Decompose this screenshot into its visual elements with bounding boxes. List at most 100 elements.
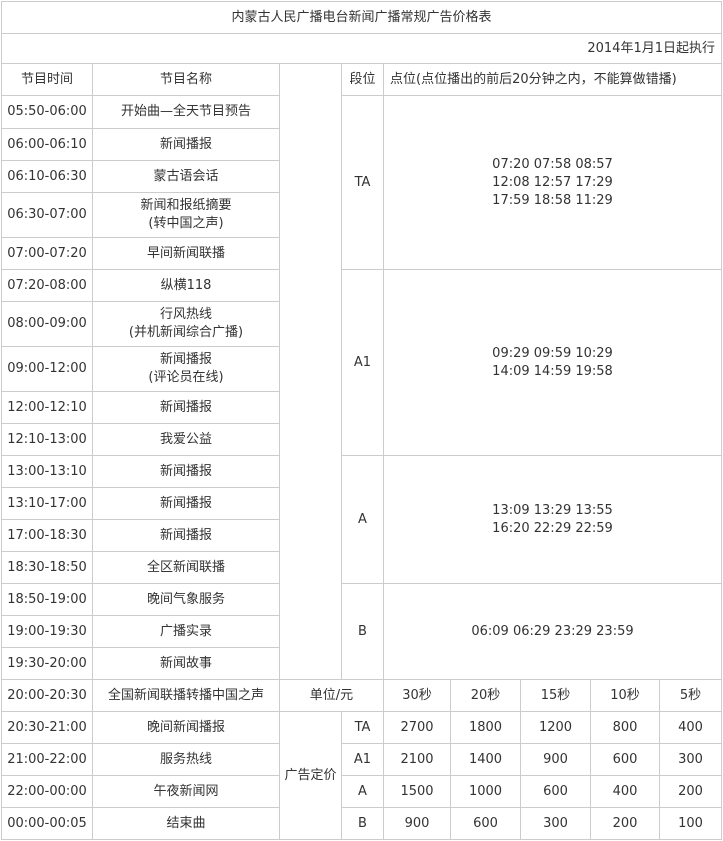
program-name: 新闻播报	[92, 487, 280, 520]
price-cell: 200	[659, 775, 722, 808]
program-time: 20:30-21:00	[1, 711, 93, 744]
segment-label: B	[341, 583, 384, 680]
slot-times: 17:59 18:58 11:29	[492, 192, 613, 208]
program-time: 22:00-00:00	[1, 775, 93, 808]
price-cell: 1500	[383, 775, 451, 808]
slot-times: 13:09 13:29 13:55	[492, 502, 613, 518]
program-time: 18:30-18:50	[1, 551, 93, 584]
header-segment: 段位	[341, 63, 384, 96]
duration-header: 20秒	[450, 679, 521, 712]
blank-column-cell	[279, 63, 342, 680]
program-time: 07:00-07:20	[1, 237, 93, 270]
duration-header: 5秒	[659, 679, 722, 712]
program-name: 全国新闻联播转播中国之声	[92, 679, 280, 712]
effective-date: 2014年1月1日起执行	[1, 33, 722, 64]
segment-label: A	[341, 455, 384, 584]
price-cell: 300	[659, 743, 722, 776]
segment-label: A1	[341, 269, 384, 456]
program-time: 18:50-19:00	[1, 583, 93, 616]
program-name: 服务热线	[92, 743, 280, 776]
program-time: 06:10-06:30	[1, 160, 93, 193]
slot-times: 14:09 14:59 19:58	[492, 363, 613, 379]
slot-times: 16:20 22:29 22:59	[492, 520, 613, 536]
price-segment: TA	[341, 711, 384, 744]
price-segment: A1	[341, 743, 384, 776]
program-time: 12:00-12:10	[1, 391, 93, 424]
program-time: 08:00-09:00	[1, 301, 93, 347]
program-time: 20:00-20:30	[1, 679, 93, 712]
program-name-sub: (并机新闻综合广播)	[128, 325, 244, 340]
program-name: 新闻播报	[92, 519, 280, 552]
program-name-main: 新闻播报	[159, 352, 212, 367]
program-time: 06:30-07:00	[1, 192, 93, 238]
price-cell: 2700	[383, 711, 451, 744]
slot-times: 12:08 12:57 17:29	[492, 174, 613, 190]
program-name-sub: (评论员在线)	[148, 370, 224, 385]
price-cell: 300	[520, 807, 591, 840]
program-time: 13:10-17:00	[1, 487, 93, 520]
segment-slots: 06:09 06:29 23:29 23:59	[383, 583, 722, 680]
slot-times: 07:20 07:58 08:57	[492, 156, 613, 172]
price-segment: B	[341, 807, 384, 840]
ad-rate-table: 内蒙古人民广播电台新闻广播常规广告价格表 2014年1月1日起执行 节目时间 节…	[1, 1, 722, 840]
price-cell: 800	[590, 711, 660, 744]
header-slot: 点位(点位播出的前后20分钟之内，不能算做错播)	[383, 63, 722, 96]
slot-times: 06:09 06:29 23:29 23:59	[471, 623, 634, 639]
program-time: 06:00-06:10	[1, 128, 93, 161]
program-name: 蒙古语会话	[92, 160, 280, 193]
price-cell: 900	[383, 807, 451, 840]
price-cell: 600	[450, 807, 521, 840]
table-title: 内蒙古人民广播电台新闻广播常规广告价格表	[1, 1, 722, 34]
segment-slots: 09:29 09:59 10:29 14:09 14:59 19:58	[383, 269, 722, 456]
program-name: 我爱公益	[92, 423, 280, 456]
program-time: 17:00-18:30	[1, 519, 93, 552]
program-time: 19:00-19:30	[1, 615, 93, 648]
price-cell: 600	[520, 775, 591, 808]
header-time: 节目时间	[1, 63, 93, 96]
duration-header: 10秒	[590, 679, 660, 712]
program-name: 广播实录	[92, 615, 280, 648]
price-cell: 400	[659, 711, 722, 744]
price-cell: 2100	[383, 743, 451, 776]
duration-header: 30秒	[383, 679, 451, 712]
program-name: 新闻播报	[92, 128, 280, 161]
price-cell: 1800	[450, 711, 521, 744]
program-time: 21:00-22:00	[1, 743, 93, 776]
program-time: 07:20-08:00	[1, 269, 93, 302]
program-name: 晚间新闻播报	[92, 711, 280, 744]
program-name: 新闻播报	[92, 391, 280, 424]
program-name: 新闻播报 (评论员在线)	[92, 346, 280, 392]
program-name: 行风热线 (并机新闻综合广播)	[92, 301, 280, 347]
program-time: 09:00-12:00	[1, 346, 93, 392]
program-name: 午夜新闻网	[92, 775, 280, 808]
segment-label: TA	[341, 95, 384, 270]
program-name-sub: (转中国之声)	[148, 216, 224, 231]
program-time: 12:10-13:00	[1, 423, 93, 456]
price-cell: 100	[659, 807, 722, 840]
segment-slots: 07:20 07:58 08:57 12:08 12:57 17:29 17:5…	[383, 95, 722, 270]
program-time: 13:00-13:10	[1, 455, 93, 488]
price-cell: 400	[590, 775, 660, 808]
header-name: 节目名称	[92, 63, 280, 96]
price-cell: 900	[520, 743, 591, 776]
program-name: 新闻播报	[92, 455, 280, 488]
program-name-main: 行风热线	[159, 307, 212, 322]
program-name: 结束曲	[92, 807, 280, 840]
price-cell: 600	[590, 743, 660, 776]
program-time: 05:50-06:00	[1, 95, 93, 129]
price-group-label: 广告定价	[279, 711, 342, 840]
price-cell: 1400	[450, 743, 521, 776]
duration-header: 15秒	[520, 679, 591, 712]
segment-slots: 13:09 13:29 13:55 16:20 22:29 22:59	[383, 455, 722, 584]
program-name: 新闻故事	[92, 647, 280, 680]
price-unit-label: 单位/元	[279, 679, 384, 712]
program-name: 纵横118	[92, 269, 280, 302]
program-name: 全区新闻联播	[92, 551, 280, 584]
program-name: 新闻和报纸摘要 (转中国之声)	[92, 192, 280, 238]
slot-times: 09:29 09:59 10:29	[492, 345, 613, 361]
program-name: 晚间气象服务	[92, 583, 280, 616]
program-time: 19:30-20:00	[1, 647, 93, 680]
price-cell: 1000	[450, 775, 521, 808]
price-segment: A	[341, 775, 384, 808]
program-name: 早间新闻联播	[92, 237, 280, 270]
